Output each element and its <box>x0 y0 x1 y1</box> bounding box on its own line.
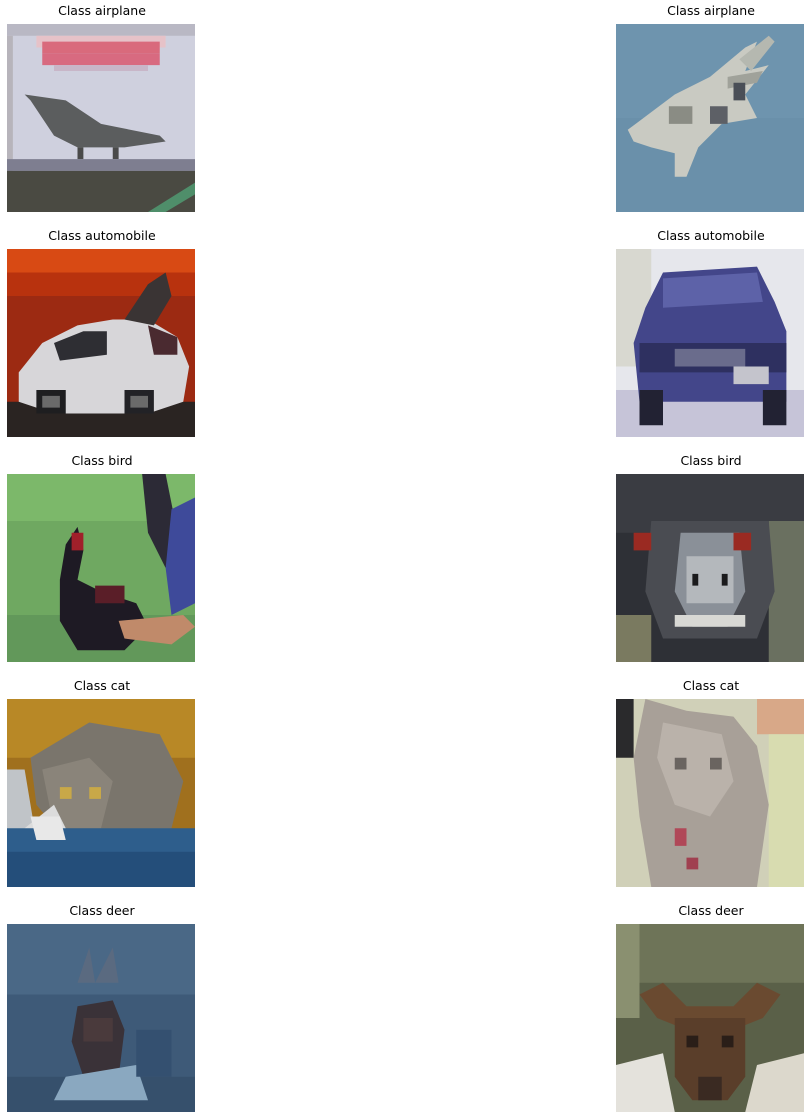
panel-title: Class bird <box>680 453 742 468</box>
panel-title: Class airplane <box>667 3 755 18</box>
sample-image-deer-1 <box>7 924 195 1112</box>
sample-image-airplane-2 <box>616 24 804 212</box>
panel-title: Class automobile <box>657 228 765 243</box>
panel-title: Class bird <box>71 453 133 468</box>
sample-image-deer-2 <box>616 924 804 1112</box>
panel-title: Class airplane <box>58 3 146 18</box>
panel-title: Class cat <box>682 678 740 693</box>
sample-image-cat-1 <box>7 699 195 887</box>
sample-image-automobile-1 <box>7 249 195 437</box>
sample-image-cat-2 <box>616 699 804 887</box>
sample-image-bird-2 <box>616 474 804 662</box>
sample-image-bird-1 <box>7 474 195 662</box>
panel-title: Class deer <box>69 903 135 918</box>
panel-title: Class cat <box>73 678 131 693</box>
panel-title: Class deer <box>678 903 744 918</box>
panel-title: Class automobile <box>48 228 156 243</box>
sample-image-automobile-2 <box>616 249 804 437</box>
sample-image-airplane-1 <box>7 24 195 212</box>
